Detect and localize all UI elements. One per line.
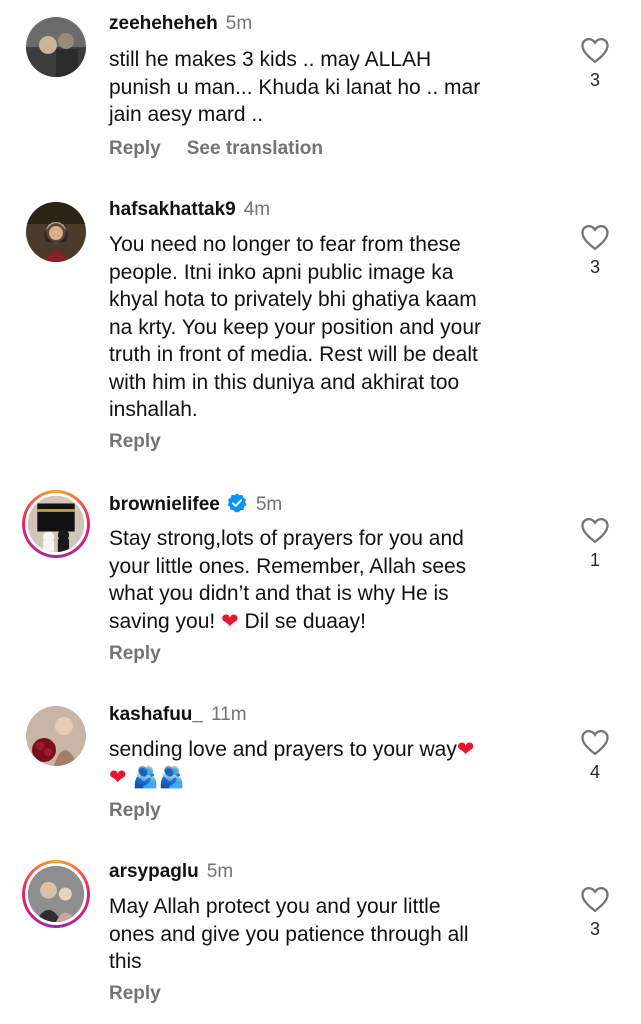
like-count: 3: [589, 919, 600, 939]
comment-line: people. Itni inko apni public image ka: [109, 260, 454, 284]
heart-icon[interactable]: [580, 516, 610, 544]
timestamp: 5m: [225, 13, 253, 34]
comment-text: sending love and prayers to your way❤ ❤ …: [109, 736, 549, 791]
comment-line: khyal hota to privately bhi ghatiya kaam: [109, 288, 477, 311]
reply-button[interactable]: Reply: [109, 983, 161, 1004]
comment-line: May Allah protect you and your little: [109, 895, 441, 918]
comment-text: May Allah protect you and your little on…: [109, 893, 549, 976]
avatar[interactable]: [22, 490, 90, 558]
heart-icon[interactable]: [580, 36, 610, 64]
timestamp: 11m: [210, 704, 247, 725]
comment-fragment: sending love and prayers to your way: [109, 738, 457, 761]
heart-icon[interactable]: [580, 728, 610, 756]
hug-emoji: 🫂: [132, 765, 159, 789]
heart-icon[interactable]: [580, 223, 610, 251]
comment-line: still he makes 3 kids .. may ALLAH: [109, 48, 432, 71]
comment-line: with him in this duniya and akhirat too: [109, 370, 460, 394]
comment-item: zeeheheheh 5m still he makes 3 kids .. ma…: [0, 0, 641, 180]
comment-line: punish u man... Khuda ki lanat ho .. mar: [109, 75, 481, 99]
comment-item: brownielifee 5m Stay strong,lots of praye…: [0, 482, 641, 682]
avatar[interactable]: [26, 202, 86, 262]
comment-fragment: Dil se duaay!: [244, 609, 366, 633]
comment-line: truth in front of media. Rest will be de…: [109, 343, 478, 366]
username[interactable]: zeeheheheh: [109, 13, 218, 34]
comment-item: kashafuu_ 11m sending love and prayers to…: [0, 695, 641, 835]
avatar[interactable]: [26, 706, 86, 766]
like-count: 4: [589, 762, 600, 782]
comment-line: jain aesy mard ..: [109, 103, 264, 126]
username[interactable]: kashafuu_: [109, 704, 203, 725]
reply-button[interactable]: Reply: [109, 431, 161, 452]
avatar[interactable]: [26, 17, 86, 77]
comment-line: sending love and prayers to your way❤: [109, 736, 549, 764]
like-count: 1: [589, 550, 600, 570]
comment-line: inshallah.: [109, 398, 198, 421]
like-count: 3: [589, 257, 600, 277]
like-count: 3: [589, 70, 600, 90]
username[interactable]: hafsakhattak9: [109, 199, 236, 220]
username[interactable]: arsypaglu: [109, 861, 199, 882]
username[interactable]: brownielifee: [109, 494, 220, 515]
see-translation-button[interactable]: See translation: [187, 138, 323, 159]
heart-icon[interactable]: [580, 885, 610, 913]
reply-button[interactable]: Reply: [109, 643, 161, 664]
heart-emoji: ❤: [109, 765, 127, 789]
comment-line: ❤ 🫂🫂: [109, 764, 549, 792]
timestamp: 4m: [243, 199, 271, 220]
verified-badge-icon: [227, 493, 247, 513]
comment-line: your little ones. Remember, Allah sees: [109, 554, 467, 578]
comment-line: what you didn’t and that is why He is: [109, 582, 449, 605]
heart-emoji: ❤: [221, 609, 239, 633]
comment-line: You need no longer to fear from these: [109, 233, 461, 256]
timestamp: 5m: [255, 494, 283, 515]
reply-button[interactable]: Reply: [109, 138, 161, 159]
comment-line: Stay strong,lots of prayers for you and: [109, 527, 464, 550]
reply-button[interactable]: Reply: [109, 800, 161, 821]
comment-text: You need no longer to fear from these pe…: [109, 231, 549, 424]
comment-text: still he makes 3 kids .. may ALLAH punis…: [109, 46, 549, 129]
comment-line: na krty. You keep your position and your: [109, 315, 482, 339]
heart-emoji: ❤: [456, 738, 475, 761]
comment-item: hafsakhattak9 4m You need no longer to fe…: [0, 190, 641, 470]
comment-line: this: [109, 950, 142, 973]
comment-line: ones and give you patience through all: [109, 922, 469, 946]
hug-emoji: 🫂: [158, 765, 185, 789]
comment-item: arsypaglu 5m May Allah protect you and yo…: [0, 852, 641, 1024]
avatar[interactable]: [22, 860, 90, 928]
timestamp: 5m: [206, 861, 234, 882]
comment-text: Stay strong,lots of prayers for you and …: [109, 525, 549, 635]
comment-fragment: saving you!: [109, 609, 216, 633]
comment-line: saving you! ❤ Dil se duaay!: [109, 608, 549, 636]
